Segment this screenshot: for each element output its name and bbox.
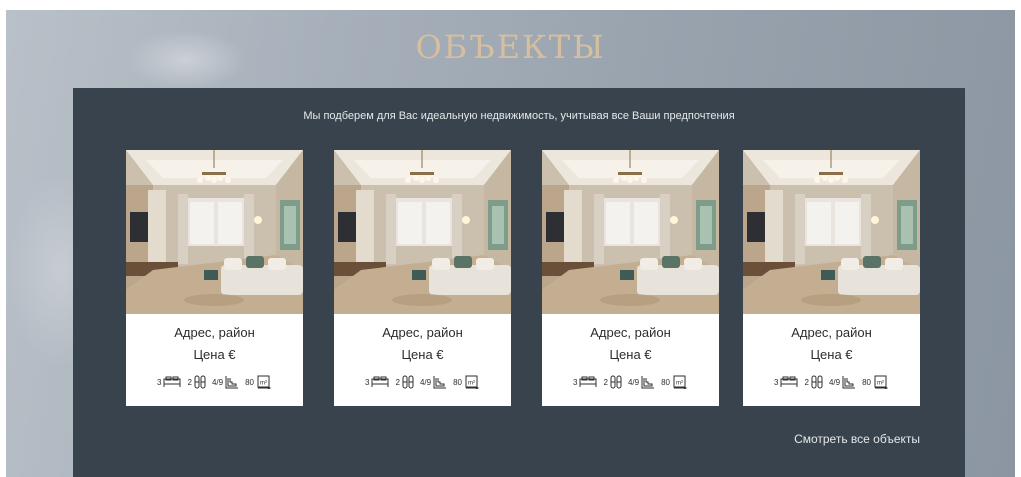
bedrooms-count: 3: [365, 377, 370, 387]
objects-section: ОБЪЕКТЫ Мы подберем для Вас идеальную не…: [6, 10, 1015, 477]
card-price: Цена €: [810, 347, 853, 362]
card-price: Цена €: [401, 347, 444, 362]
property-photo: [126, 150, 303, 314]
area-value: 80: [245, 377, 254, 387]
see-all-objects-link[interactable]: Смотреть все объекты: [794, 432, 920, 446]
bedrooms-count: 3: [157, 377, 162, 387]
card-features: 3 2 4/9 80 m²: [334, 374, 511, 390]
area-value: 80: [661, 377, 670, 387]
bathrooms-count: 2: [804, 377, 809, 387]
floor-stairs-icon: [641, 376, 655, 389]
floor-value: 4/9: [211, 377, 224, 387]
section-subtitle: Мы подберем для Вас идеальную недвижимос…: [303, 110, 735, 122]
area-icon: m²: [874, 375, 889, 389]
property-card[interactable]: Адрес, район Цена € 3 2 4/9 80 m²: [542, 150, 719, 406]
card-price: Цена €: [193, 347, 236, 362]
bed-icon: [579, 376, 597, 387]
floor-stairs-icon: [433, 376, 447, 389]
card-address: Адрес, район: [174, 325, 255, 340]
area-icon: m²: [257, 375, 272, 389]
bathrooms-count: 2: [395, 377, 400, 387]
card-address: Адрес, район: [382, 325, 463, 340]
floor-stairs-icon: [842, 376, 856, 389]
floor-value: 4/9: [627, 377, 640, 387]
property-card[interactable]: Адрес, район Цена € 3 2 4/9 80 m²: [743, 150, 920, 406]
bathroom-icon: [610, 375, 622, 389]
bedrooms-count: 3: [573, 377, 578, 387]
bed-icon: [780, 376, 798, 387]
card-features: 3 2 4/9 80 m²: [126, 374, 303, 390]
bathroom-icon: [194, 375, 206, 389]
property-photo: [334, 150, 511, 314]
bathroom-icon: [811, 375, 823, 389]
card-features: 3 2 4/9 80 m²: [542, 374, 719, 390]
bathrooms-count: 2: [187, 377, 192, 387]
property-photo: [743, 150, 920, 314]
bed-icon: [371, 376, 389, 387]
card-address: Адрес, район: [791, 325, 872, 340]
bedrooms-count: 3: [774, 377, 779, 387]
area-icon: m²: [673, 375, 688, 389]
svg-text:m²: m²: [260, 381, 267, 387]
floor-value: 4/9: [828, 377, 841, 387]
svg-text:m²: m²: [468, 381, 475, 387]
floor-stairs-icon: [225, 376, 239, 389]
area-value: 80: [453, 377, 462, 387]
bathroom-icon: [402, 375, 414, 389]
property-photo: [542, 150, 719, 314]
section-title: ОБЪЕКТЫ: [415, 28, 606, 66]
objects-panel: Мы подберем для Вас идеальную недвижимос…: [73, 88, 965, 477]
svg-text:m²: m²: [877, 381, 884, 387]
card-address: Адрес, район: [590, 325, 671, 340]
property-card[interactable]: Адрес, район Цена € 3 2 4/9 80 m²: [334, 150, 511, 406]
property-card[interactable]: Адрес, район Цена € 3 2 4/9 80 m²: [126, 150, 303, 406]
card-price: Цена €: [609, 347, 652, 362]
svg-text:m²: m²: [676, 381, 683, 387]
floor-value: 4/9: [419, 377, 432, 387]
card-features: 3 2 4/9 80 m²: [743, 374, 920, 390]
bathrooms-count: 2: [603, 377, 608, 387]
bed-icon: [163, 376, 181, 387]
area-value: 80: [862, 377, 871, 387]
area-icon: m²: [465, 375, 480, 389]
